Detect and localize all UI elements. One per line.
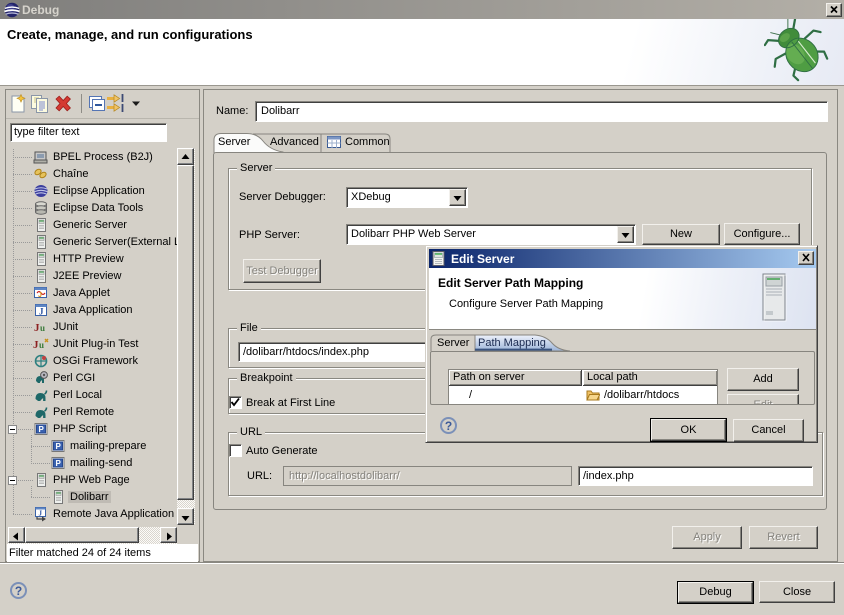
svg-text:u: u (40, 323, 45, 333)
svg-text:J: J (39, 510, 43, 518)
svg-text:u: u (39, 340, 44, 350)
svg-text:J: J (39, 307, 44, 317)
svg-text:P: P (56, 459, 62, 468)
svg-text:P: P (56, 442, 62, 451)
svg-text:J: J (38, 292, 42, 299)
svg-text:P: P (39, 425, 45, 434)
